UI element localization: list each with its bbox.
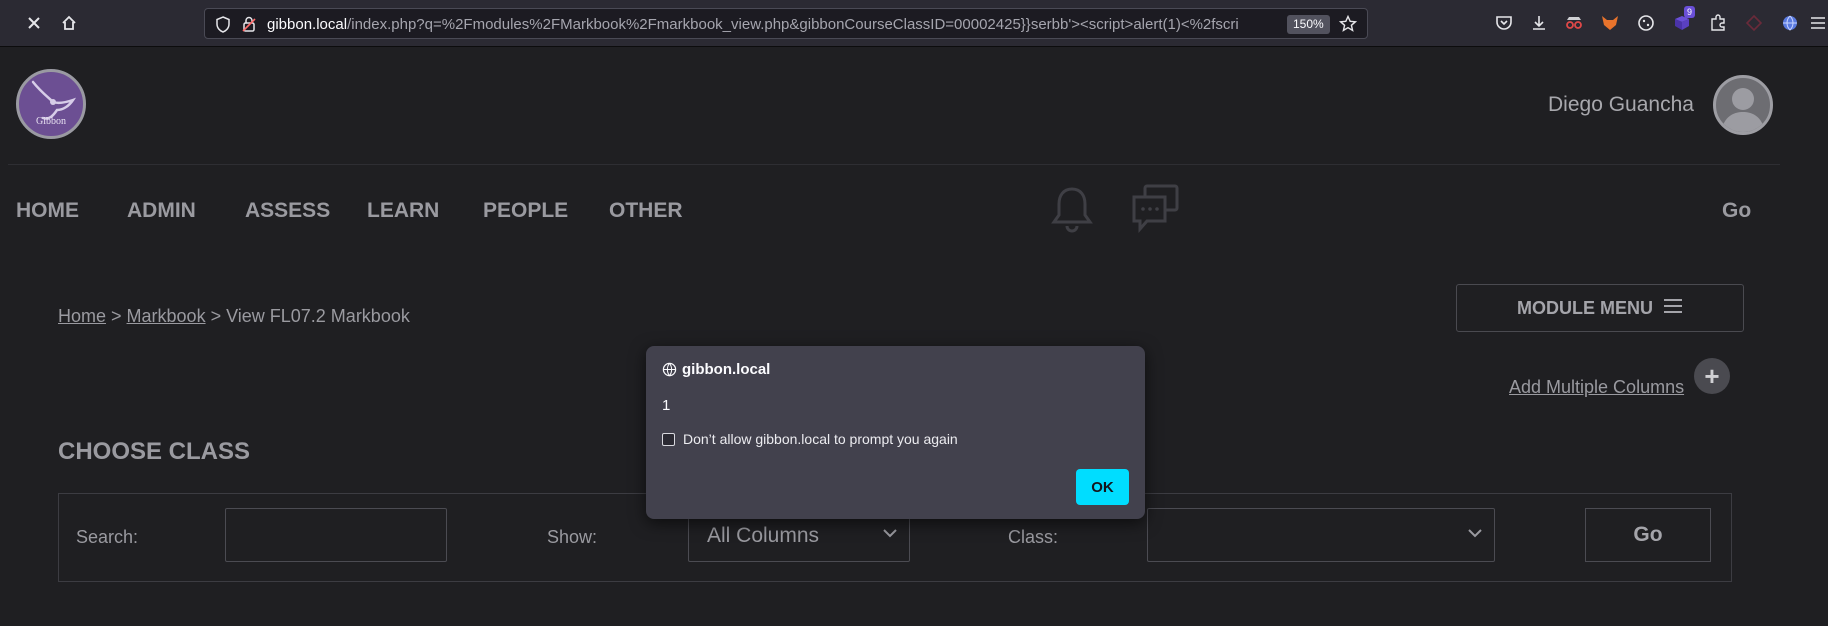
show-label: Show: xyxy=(547,527,598,547)
extension-globe-icon[interactable] xyxy=(1778,11,1802,35)
alert-dialog: gibbon.local 1 Don’t allow gibbon.local … xyxy=(646,346,1145,519)
breadcrumb-home-link[interactable]: Home xyxy=(58,306,106,326)
address-bar[interactable]: gibbon.local/index.php?q=%2Fmodules%2FMa… xyxy=(204,8,1368,39)
dialog-message: 1 xyxy=(662,397,671,414)
breadcrumb-current: View FL07.2 Markbook xyxy=(226,306,410,326)
url-path: /index.php?q=%2Fmodules%2FMarkbook%2Fmar… xyxy=(347,16,1239,33)
chevron-down-icon xyxy=(883,525,897,543)
extension-badge-count: 9 xyxy=(1684,6,1696,18)
insecure-lock-icon[interactable] xyxy=(241,16,257,38)
add-plus-icon[interactable]: + xyxy=(1694,358,1730,394)
dont-allow-label[interactable]: Don’t allow gibbon.local to prompt you a… xyxy=(683,431,958,447)
logo-text: Gibbon xyxy=(36,116,66,127)
breadcrumb-separator: > xyxy=(205,306,227,326)
dialog-origin: gibbon.local xyxy=(682,361,771,378)
dont-allow-checkbox[interactable] xyxy=(662,433,675,446)
nav-item-learn[interactable]: LEARN xyxy=(367,199,439,223)
stop-loading-icon[interactable] xyxy=(20,9,48,37)
nav-item-home[interactable]: HOME xyxy=(16,199,79,223)
zoom-level-badge[interactable]: 150% xyxy=(1287,15,1330,34)
breadcrumb: Home > Markbook > View FL07.2 Markbook xyxy=(58,306,410,327)
messages-icon[interactable] xyxy=(1131,183,1181,240)
globe-icon xyxy=(662,362,677,382)
page-title: CHOOSE CLASS xyxy=(58,438,251,465)
nav-go-button[interactable]: Go xyxy=(1722,199,1751,223)
nav-item-assess[interactable]: ASSESS xyxy=(245,199,330,223)
app-menu-icon[interactable] xyxy=(1806,11,1828,35)
tracking-shield-icon[interactable] xyxy=(215,16,231,38)
nav-item-other[interactable]: OTHER xyxy=(609,199,683,223)
ok-button[interactable]: OK xyxy=(1076,469,1129,505)
avatar[interactable] xyxy=(1713,75,1773,135)
gibbon-logo[interactable]: Gibbon xyxy=(16,69,86,139)
notifications-bell-icon[interactable] xyxy=(1050,185,1094,238)
browser-toolbar: gibbon.local/index.php?q=%2Fmodules%2FMa… xyxy=(0,0,1828,47)
add-multiple-columns-link[interactable]: Add Multiple Columns xyxy=(1509,377,1684,398)
search-input[interactable] xyxy=(225,508,447,562)
chevron-down-icon xyxy=(1468,525,1482,543)
hamburger-icon xyxy=(1663,298,1683,319)
downloads-icon[interactable] xyxy=(1527,11,1551,35)
extensions-puzzle-icon[interactable] xyxy=(1706,11,1730,35)
user-name[interactable]: Diego Guancha xyxy=(1548,93,1694,117)
breadcrumb-separator: > xyxy=(106,306,127,326)
url-text[interactable]: gibbon.local/index.php?q=%2Fmodules%2FMa… xyxy=(267,15,1282,35)
pocket-icon[interactable] xyxy=(1492,11,1516,35)
breadcrumb-markbook-link[interactable]: Markbook xyxy=(127,306,206,326)
extension-cookie-icon[interactable] xyxy=(1634,11,1658,35)
class-label: Class: xyxy=(1008,527,1059,547)
module-menu-label: MODULE MENU xyxy=(1517,297,1653,318)
extension-spy-icon[interactable] xyxy=(1562,11,1586,35)
class-select[interactable] xyxy=(1147,508,1495,562)
search-label: Search: xyxy=(76,527,139,547)
home-icon[interactable] xyxy=(55,9,83,37)
bookmark-star-icon[interactable] xyxy=(1338,14,1358,38)
extension-disabled-icon[interactable] xyxy=(1742,11,1766,35)
nav-item-admin[interactable]: ADMIN xyxy=(127,199,196,223)
go-button[interactable]: Go xyxy=(1585,508,1711,562)
module-menu-button[interactable]: MODULE MENU xyxy=(1456,284,1744,332)
url-host: gibbon.local xyxy=(267,16,348,33)
header-divider xyxy=(8,164,1780,165)
extension-fox-icon[interactable] xyxy=(1598,11,1622,35)
extension-badge-icon[interactable]: 9 xyxy=(1670,6,1696,35)
nav-item-people[interactable]: PEOPLE xyxy=(483,199,568,223)
show-select-value: All Columns xyxy=(707,524,820,547)
